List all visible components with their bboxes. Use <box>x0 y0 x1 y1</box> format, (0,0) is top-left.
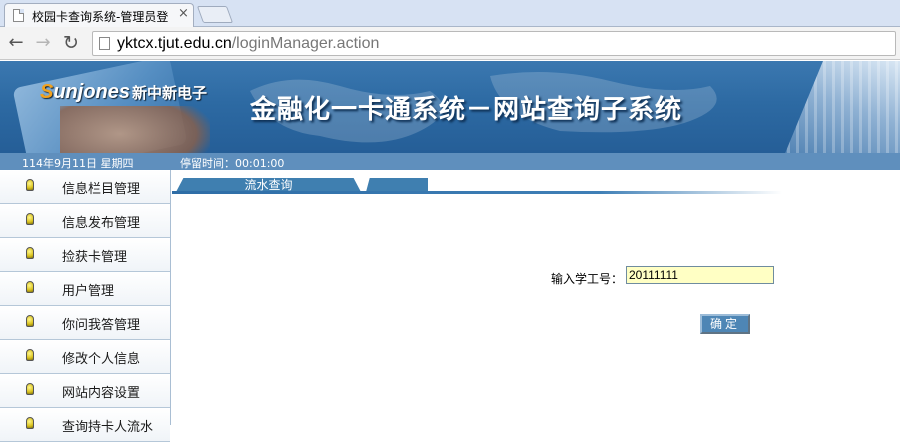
building-graphic <box>785 61 900 153</box>
forward-icon[interactable]: → <box>32 32 54 54</box>
sidebar-item-label: 修改个人信息 <box>62 352 141 367</box>
status-bar: 114年9月11日 星期四 停留时间：00:01:00 <box>0 153 900 170</box>
back-icon[interactable]: ← <box>5 32 27 54</box>
sidebar-item-cardholder-transactions[interactable]: 查询持卡人流水 <box>0 408 170 442</box>
system-title: 金融化一卡通系统－网站查询子系统 <box>250 95 683 125</box>
reload-icon[interactable]: ↻ <box>60 32 82 54</box>
sidebar-item-edit-profile[interactable]: 修改个人信息 <box>0 340 170 374</box>
tab-underline <box>172 191 782 194</box>
browser-toolbar: ← → ↻ yktcx.tjut.edu.cn/loginManager.act… <box>0 27 900 60</box>
bulb-icon <box>26 315 34 327</box>
page-icon <box>13 9 24 22</box>
url-text: yktcx.tjut.edu.cn/loginManager.action <box>117 35 379 53</box>
sidebar-item-label: 你问我答管理 <box>62 318 141 333</box>
url-path: /loginManager.action <box>231 35 380 52</box>
main-content: 流水查询 输入学工号： 确定 <box>172 170 900 425</box>
student-id-label: 输入学工号： <box>551 272 624 286</box>
close-tab-icon[interactable]: × <box>178 6 189 21</box>
sidebar-item-info-column-mgmt[interactable]: 信息栏目管理 <box>0 170 170 204</box>
address-bar[interactable]: yktcx.tjut.edu.cn/loginManager.action <box>92 31 896 56</box>
url-host: yktcx.tjut.edu.cn <box>117 35 232 52</box>
hand-graphic <box>60 106 210 153</box>
confirm-button[interactable]: 确定 <box>700 314 750 334</box>
bulb-icon <box>26 417 34 429</box>
sidebar-item-qa-mgmt[interactable]: 你问我答管理 <box>0 306 170 340</box>
dwell-time: 停留时间：00:01:00 <box>180 157 285 170</box>
tab-secondary[interactable] <box>366 178 428 192</box>
current-date: 114年9月11日 星期四 <box>22 157 134 170</box>
new-tab-button[interactable] <box>196 6 234 23</box>
sidebar-item-info-publish-mgmt[interactable]: 信息发布管理 <box>0 204 170 238</box>
browser-tab[interactable]: 校园卡查询系统-管理员登 × <box>4 3 194 27</box>
bulb-icon <box>26 179 34 191</box>
sidebar-item-found-card-mgmt[interactable]: 捡获卡管理 <box>0 238 170 272</box>
sidebar-item-label: 信息栏目管理 <box>62 182 141 197</box>
sunjones-logo: Sunjones 新中新电子 <box>40 81 208 103</box>
bulb-icon <box>26 247 34 259</box>
sidebar-item-label: 信息发布管理 <box>62 216 141 231</box>
sidebar-item-site-content-settings[interactable]: 网站内容设置 <box>0 374 170 408</box>
tab-title: 校园卡查询系统-管理员登 <box>32 10 169 24</box>
page-icon <box>99 37 110 50</box>
bulb-icon <box>26 383 34 395</box>
bulb-icon <box>26 349 34 361</box>
sidebar-item-label: 网站内容设置 <box>62 386 141 401</box>
site-banner: Sunjones 新中新电子 金融化一卡通系统－网站查询子系统 <box>0 61 900 153</box>
bulb-icon <box>26 281 34 293</box>
bulb-icon <box>26 213 34 225</box>
sidebar-item-label: 捡获卡管理 <box>62 250 128 265</box>
tab-transaction-query[interactable]: 流水查询 <box>176 178 361 192</box>
sidebar-item-label: 查询持卡人流水 <box>62 420 154 435</box>
sidebar-item-label: 用户管理 <box>62 284 115 299</box>
student-id-input[interactable] <box>626 266 774 284</box>
sidebar-item-user-mgmt[interactable]: 用户管理 <box>0 272 170 306</box>
sidebar-menu: 信息栏目管理 信息发布管理 捡获卡管理 用户管理 你问我答管理 修改个人信息 网… <box>0 170 171 442</box>
browser-tab-strip: 校园卡查询系统-管理员登 × <box>0 0 900 27</box>
